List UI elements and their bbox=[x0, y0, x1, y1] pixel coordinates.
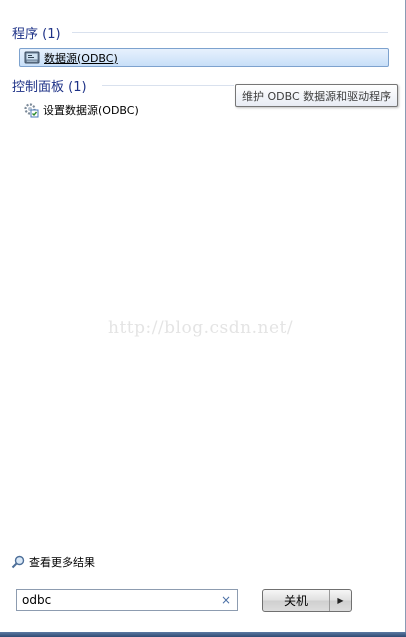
result-setup-odbc-datasource[interactable]: 设置数据源(ODBC) bbox=[23, 100, 223, 120]
programs-section-header: 程序 (1) bbox=[12, 24, 61, 42]
tooltip-text: 维护 ODBC 数据源和驱动程序 bbox=[242, 89, 392, 103]
watermark-text: http://blog.csdn.net/ bbox=[108, 318, 294, 338]
result-setup-odbc-label: 设置数据源(ODBC) bbox=[43, 104, 139, 117]
database-icon bbox=[24, 50, 40, 66]
search-box[interactable]: × bbox=[16, 589, 238, 611]
clear-icon[interactable]: × bbox=[221, 593, 231, 607]
search-icon bbox=[11, 555, 25, 569]
control-panel-header-label: 控制面板 (1) bbox=[12, 79, 87, 95]
see-more-results-link[interactable]: 查看更多结果 bbox=[11, 553, 95, 571]
settings-gear-icon bbox=[23, 102, 39, 118]
control-panel-divider bbox=[102, 85, 234, 86]
shutdown-label: 关机 bbox=[283, 594, 308, 608]
see-more-label: 查看更多结果 bbox=[29, 556, 95, 569]
search-input[interactable] bbox=[22, 593, 212, 607]
tooltip: 维护 ODBC 数据源和驱动程序 bbox=[235, 84, 399, 107]
control-panel-section-header: 控制面板 (1) bbox=[12, 77, 87, 95]
programs-header-label: 程序 (1) bbox=[12, 26, 61, 42]
shutdown-options-arrow-icon[interactable]: ▶ bbox=[330, 590, 351, 611]
result-odbc-datasource[interactable]: 数据源(ODBC) bbox=[19, 48, 389, 67]
shutdown-split-button[interactable]: 关机 ▶ bbox=[262, 589, 352, 612]
shutdown-button[interactable]: 关机 bbox=[263, 590, 330, 611]
taskbar-edge bbox=[0, 632, 406, 637]
result-odbc-datasource-label: 数据源(ODBC) bbox=[44, 51, 118, 65]
programs-divider bbox=[72, 32, 388, 33]
